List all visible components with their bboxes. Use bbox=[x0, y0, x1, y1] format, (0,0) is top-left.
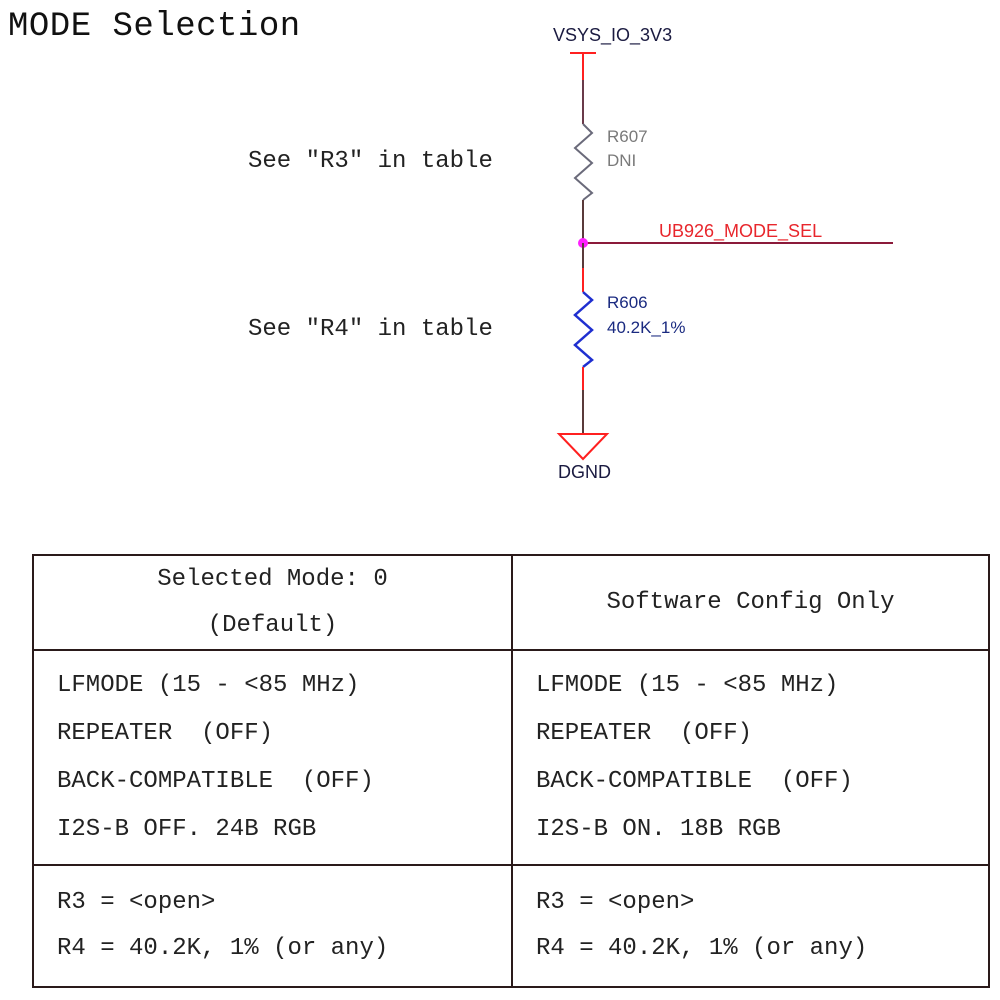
r606-value-label: 40.2K_1% bbox=[607, 318, 686, 337]
setting-line: BACK-COMPATIBLE (OFF) bbox=[57, 767, 374, 795]
setting-line: I2S-B OFF. 24B RGB bbox=[57, 815, 317, 843]
power-rail-label: VSYS_IO_3V3 bbox=[553, 25, 673, 45]
schematic bbox=[556, 52, 893, 461]
header-line: Software Config Only bbox=[606, 588, 895, 616]
header-cell-software: Software Config Only bbox=[511, 554, 990, 651]
resistor-cell-mode0: R3 = <open> R4 = 40.2K, 1% (or any) bbox=[32, 864, 513, 988]
setting-line: REPEATER (OFF) bbox=[57, 719, 274, 747]
header-line: Selected Mode: 0 bbox=[157, 565, 388, 593]
mode-table: Selected Mode: 0 (Default) Software Conf… bbox=[32, 554, 990, 988]
r607-ref-label: R607 bbox=[607, 127, 648, 146]
setting-line: REPEATER (OFF) bbox=[536, 719, 753, 747]
resistor-line: R3 = <open> bbox=[57, 889, 216, 916]
setting-line: BACK-COMPATIBLE (OFF) bbox=[536, 767, 853, 795]
resistor-r607 bbox=[573, 123, 594, 201]
table-row-settings: LFMODE (15 - <85 MHz) REPEATER (OFF) BAC… bbox=[32, 649, 990, 866]
header-cell-mode0: Selected Mode: 0 (Default) bbox=[32, 554, 513, 651]
settings-cell-software: LFMODE (15 - <85 MHz) REPEATER (OFF) BAC… bbox=[511, 649, 990, 866]
setting-line: LFMODE (15 - <85 MHz) bbox=[536, 671, 839, 699]
r606-ref-label: R606 bbox=[607, 293, 648, 312]
table-row-resistors: R3 = <open> R4 = 40.2K, 1% (or any) R3 =… bbox=[32, 864, 990, 988]
net-label: UB926_MODE_SEL bbox=[659, 221, 823, 241]
table-header-row: Selected Mode: 0 (Default) Software Conf… bbox=[32, 554, 990, 651]
resistor-cell-software: R3 = <open> R4 = 40.2K, 1% (or any) bbox=[511, 864, 990, 988]
ground-label: DGND bbox=[558, 462, 611, 482]
resistor-r606 bbox=[573, 291, 594, 368]
setting-line: LFMODE (15 - <85 MHz) bbox=[57, 671, 360, 699]
ground-symbol bbox=[556, 433, 610, 461]
setting-line: I2S-B ON. 18B RGB bbox=[536, 815, 781, 843]
settings-cell-mode0: LFMODE (15 - <85 MHz) REPEATER (OFF) BAC… bbox=[32, 649, 513, 866]
r607-value-label: DNI bbox=[607, 151, 637, 170]
resistor-line: R4 = 40.2K, 1% (or any) bbox=[57, 935, 389, 962]
header-line: (Default) bbox=[207, 611, 338, 639]
resistor-line: R3 = <open> bbox=[536, 889, 695, 916]
resistor-line: R4 = 40.2K, 1% (or any) bbox=[536, 935, 868, 962]
